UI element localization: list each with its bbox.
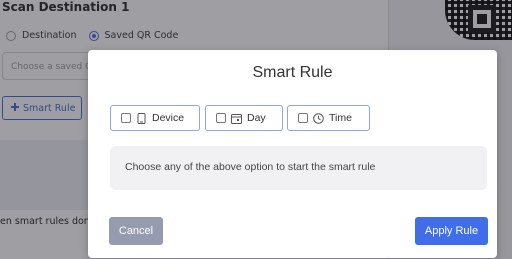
option-device[interactable]: Device (110, 105, 200, 131)
device-icon (136, 112, 147, 124)
device-checkbox[interactable] (121, 113, 131, 123)
modal-title: Smart Rule (252, 64, 333, 81)
option-day[interactable]: Day (205, 105, 283, 131)
cancel-button[interactable]: Cancel (109, 217, 163, 245)
day-checkbox[interactable] (216, 113, 226, 123)
calendar-icon (231, 113, 242, 124)
option-time[interactable]: Time (287, 105, 370, 131)
clock-icon (313, 112, 324, 124)
device-label: Device (152, 112, 185, 124)
time-label: Time (329, 112, 352, 124)
info-message: Choose any of the above option to start … (110, 146, 487, 190)
smart-rule-modal: Smart Rule Device Day Time Choose any of… (88, 50, 497, 258)
day-label: Day (247, 112, 266, 124)
time-checkbox[interactable] (298, 113, 308, 123)
apply-rule-button[interactable]: Apply Rule (415, 217, 488, 245)
